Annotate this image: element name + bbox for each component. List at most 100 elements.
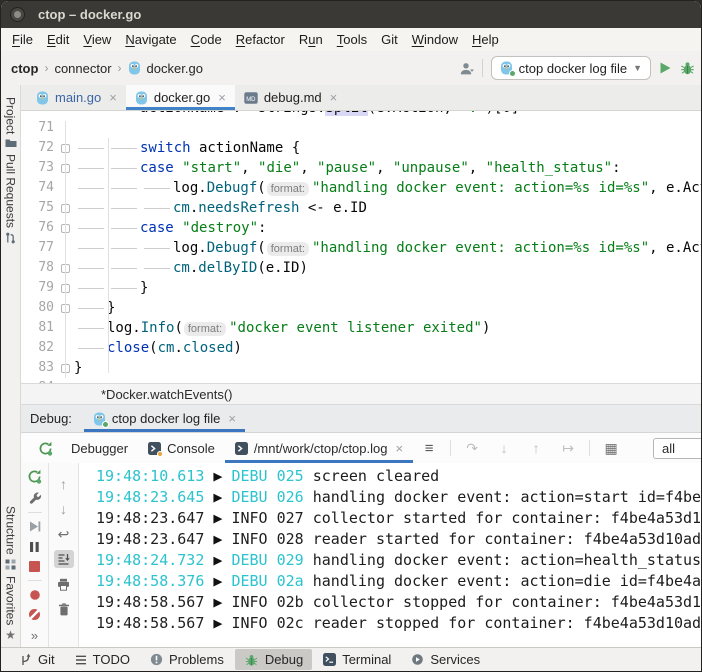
menu-bar: FileEditViewNavigateCodeRefactorRunTools… xyxy=(1,28,701,51)
close-icon[interactable]: × xyxy=(218,90,226,105)
run-config-gopher-icon xyxy=(500,61,513,75)
breadcrumb-separator: › xyxy=(118,61,122,75)
toolbar-right: ctop docker log file ▼ xyxy=(459,56,695,80)
fold-column xyxy=(57,378,74,383)
menu-refactor[interactable]: Refactor xyxy=(229,30,292,49)
step-into-icon[interactable]: ↓ xyxy=(494,439,514,457)
soft-wrap-icon[interactable]: ↩ xyxy=(54,525,74,543)
menu-tools[interactable]: Tools xyxy=(330,30,374,49)
statusbar-terminal[interactable]: Terminal xyxy=(314,649,400,670)
session-gopher-icon xyxy=(93,412,106,426)
settings-icon[interactable] xyxy=(25,491,45,505)
user-profile-icon[interactable] xyxy=(459,62,474,75)
line-number: 78 xyxy=(21,258,57,278)
go-file-icon xyxy=(36,91,49,105)
nav-up-icon[interactable]: ↑ xyxy=(54,475,74,493)
code-text: close(cm.closed) xyxy=(74,338,242,358)
log-filter-select[interactable]: all xyxy=(653,438,701,459)
sidebar-item-pull-requests[interactable]: Pull Requests xyxy=(4,154,18,228)
menu-git[interactable]: Git xyxy=(374,30,405,49)
tab-main.go[interactable]: main.go × xyxy=(27,85,126,110)
stop-icon[interactable] xyxy=(25,560,45,573)
tab-label: debug.md xyxy=(264,90,322,105)
step-over-icon[interactable]: ↷ xyxy=(462,439,482,457)
close-icon[interactable]: × xyxy=(330,90,338,105)
menu-window[interactable]: Window xyxy=(405,30,465,49)
log-level: INFO 028 xyxy=(231,530,312,548)
tab-debug.md[interactable]: MDdebug.md× xyxy=(235,85,346,110)
tab-whitespace xyxy=(140,181,173,195)
breadcrumb-item-connector[interactable]: connector xyxy=(54,61,111,76)
clear-icon[interactable] xyxy=(54,600,74,618)
run-to-cursor-icon[interactable]: ↦ xyxy=(558,439,578,457)
debug-button[interactable] xyxy=(680,61,695,75)
view-breakpoints-icon[interactable] xyxy=(25,588,45,601)
rerun-icon[interactable] xyxy=(25,469,45,484)
debug-tab-debugger[interactable]: Debugger xyxy=(61,433,138,463)
token: Info xyxy=(141,320,175,336)
window-button[interactable] xyxy=(10,7,25,22)
token xyxy=(174,160,182,176)
tab-whitespace xyxy=(74,301,107,315)
close-icon[interactable]: × xyxy=(109,90,117,105)
token: ( xyxy=(257,180,265,196)
tab-label: docker.go xyxy=(154,90,210,105)
step-out-icon[interactable]: ↑ xyxy=(526,439,546,457)
log-output[interactable]: 19:48:10.613 ▶ DEBU 025 screen cleared19… xyxy=(79,463,701,647)
menu-navigate[interactable]: Navigate xyxy=(118,30,183,49)
breadcrumb-item-docker.go[interactable]: docker.go xyxy=(147,61,203,76)
statusbar-git[interactable]: Git xyxy=(11,649,64,670)
token: "pause" xyxy=(317,160,376,176)
tool-window-stripe: ProjectPull RequestsStructureFavorites★ xyxy=(1,85,21,647)
menu-help[interactable]: Help xyxy=(465,30,506,49)
breadcrumb-item-ctop[interactable]: ctop xyxy=(11,61,38,76)
run-button[interactable] xyxy=(659,61,672,75)
more-actions-button[interactable]: » xyxy=(31,628,38,643)
code-line: 82close(cm.closed) xyxy=(21,338,701,358)
menu-code[interactable]: Code xyxy=(184,30,229,49)
tab-docker.go[interactable]: docker.go × xyxy=(126,85,235,110)
resume-icon[interactable] xyxy=(25,520,45,533)
pause-icon[interactable] xyxy=(25,540,45,553)
sidebar-item-structure[interactable]: Structure xyxy=(4,506,18,555)
menu-run[interactable]: Run xyxy=(292,30,330,49)
sidebar-item-favorites[interactable]: Favorites xyxy=(4,576,18,625)
close-icon[interactable]: × xyxy=(395,441,403,456)
menu-icon[interactable]: ≡ xyxy=(419,439,439,457)
debug-tab-label: /mnt/work/ctop/ctop.log xyxy=(254,441,388,456)
rerun-icon[interactable] xyxy=(35,439,55,457)
token: , xyxy=(300,160,317,176)
nav-down-icon[interactable]: ↓ xyxy=(54,500,74,518)
tab-label: main.go xyxy=(55,90,101,105)
code-line: 75cm.needsRefresh <- e.ID xyxy=(21,198,701,218)
code-line: 72switch actionName { xyxy=(21,138,701,158)
statusbar-todo[interactable]: TODO xyxy=(66,649,139,670)
debug-tab-console[interactable]: Console xyxy=(138,433,225,463)
log-level: DEBU 02a xyxy=(231,572,312,590)
close-icon[interactable]: × xyxy=(228,411,236,426)
menu-edit[interactable]: Edit xyxy=(40,30,76,49)
log-marker-icon: ▶ xyxy=(213,509,231,527)
run-configuration-select[interactable]: ctop docker log file ▼ xyxy=(491,56,651,80)
tab-whitespace xyxy=(107,261,140,275)
token: case xyxy=(140,220,174,236)
mute-breakpoints-icon[interactable] xyxy=(25,608,45,621)
scroll-to-end-icon[interactable] xyxy=(54,550,74,568)
token: "docker event listener exited" xyxy=(229,320,482,336)
token: "handling docker event: action=%s id=%s" xyxy=(312,240,649,256)
sidebar-item-project[interactable]: Project xyxy=(4,97,18,134)
log-line: 19:48:10.613 ▶ DEBU 025 screen cleared xyxy=(96,466,701,487)
layout-icon[interactable]: ▦ xyxy=(601,439,621,457)
debug-session-tab[interactable]: ctop docker log file × xyxy=(84,405,245,432)
menu-file[interactable]: File xyxy=(5,30,40,49)
statusbar-problems[interactable]: Problems xyxy=(141,649,233,670)
statusbar-services[interactable]: Services xyxy=(402,649,489,670)
print-icon[interactable] xyxy=(54,575,74,593)
statusbar-debug[interactable]: Debug xyxy=(235,649,312,670)
debug-tab--mnt-work-ctop-ctop-log[interactable]: /mnt/work/ctop/ctop.log × xyxy=(225,433,413,463)
code-text: } xyxy=(74,278,148,298)
menu-view[interactable]: View xyxy=(76,30,118,49)
log-marker-icon: ▶ xyxy=(213,614,231,632)
log-timestamp: 19:48:23.645 xyxy=(96,488,213,506)
code-editor[interactable]: actionName := strings.Split(e.Action, ":… xyxy=(21,111,701,383)
